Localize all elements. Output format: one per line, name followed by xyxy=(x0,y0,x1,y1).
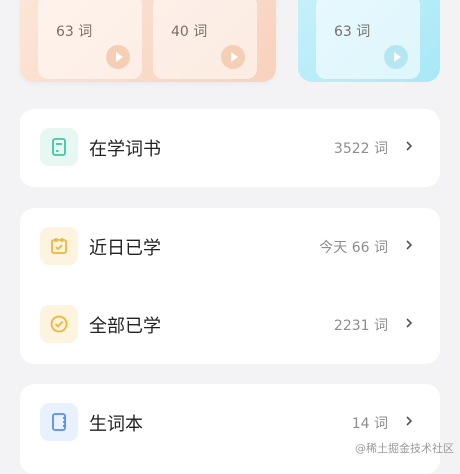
notebook-icon xyxy=(52,413,66,431)
mini-card-3[interactable]: 63 词 xyxy=(316,0,420,79)
row-value: 2231 词 xyxy=(333,318,388,334)
row-value: 14 词 xyxy=(351,416,388,432)
chevron-right-icon xyxy=(406,416,413,426)
row-value: 3522 词 xyxy=(333,141,388,157)
play-button[interactable] xyxy=(221,45,245,69)
vocab-card: 生词本 14 词 xyxy=(20,384,440,474)
play-button[interactable] xyxy=(384,45,408,69)
all-icon-wrap xyxy=(40,305,78,343)
row-label: 在学词书 xyxy=(89,139,161,160)
word-count: 63 词 xyxy=(334,24,371,40)
chevron-right-icon xyxy=(406,240,413,250)
row-recent[interactable]: 近日已学 今天 66 词 xyxy=(20,208,440,286)
word-count: 40 词 xyxy=(171,24,208,40)
row-value: 今天 66 词 xyxy=(319,240,388,256)
row-label: 生词本 xyxy=(89,414,143,435)
play-icon xyxy=(116,52,123,62)
play-icon xyxy=(394,52,401,62)
row-label: 全部已学 xyxy=(89,316,161,337)
calendar-check-icon xyxy=(51,238,67,254)
chevron-right-icon xyxy=(406,318,413,328)
play-icon xyxy=(231,52,238,62)
row-all[interactable]: 全部已学 2231 词 xyxy=(20,286,440,364)
recent-icon-wrap xyxy=(40,227,78,265)
word-count: 63 词 xyxy=(56,24,93,40)
study-card-blue[interactable]: 63 词 xyxy=(298,0,440,82)
book-card: 在学词书 3522 词 xyxy=(20,109,440,187)
row-book[interactable]: 在学词书 3522 词 xyxy=(20,109,440,187)
vocab-icon-wrap xyxy=(40,403,78,441)
study-card-orange[interactable]: 63 词 40 词 xyxy=(20,0,276,82)
play-button[interactable] xyxy=(106,45,130,69)
check-circle-icon xyxy=(50,315,68,333)
book-icon xyxy=(52,138,66,156)
watermark: @稀土掘金技术社区 xyxy=(355,442,454,455)
row-label: 近日已学 xyxy=(89,238,161,259)
book-icon-wrap xyxy=(40,128,78,166)
mini-card-2[interactable]: 40 词 xyxy=(153,0,257,79)
mini-card-1[interactable]: 63 词 xyxy=(38,0,142,79)
learned-card: 近日已学 今天 66 词 全部已学 2231 词 xyxy=(20,208,440,364)
chevron-right-icon xyxy=(406,141,413,151)
